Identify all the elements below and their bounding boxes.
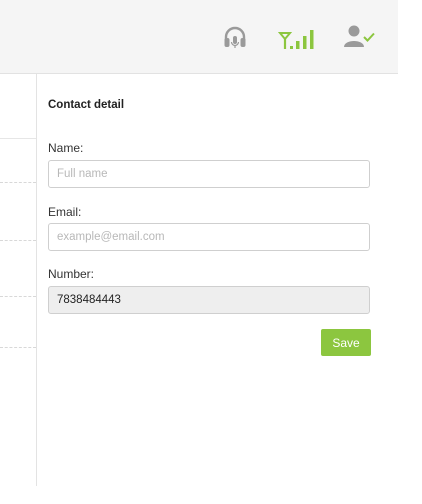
contact-list-pane xyxy=(0,74,36,494)
list-row-divider xyxy=(0,296,36,297)
email-field[interactable] xyxy=(48,223,370,251)
network-signal-icon[interactable] xyxy=(278,26,320,52)
list-row-divider xyxy=(0,182,36,183)
panel-title: Contact detail xyxy=(48,99,125,111)
save-button[interactable]: Save xyxy=(321,329,371,356)
contact-detail-panel: Contact detail Name: Email: Number: Save xyxy=(37,74,398,504)
number-label: Number: xyxy=(48,267,95,281)
name-label: Name: xyxy=(48,141,84,155)
list-row-divider xyxy=(0,347,36,348)
number-field[interactable] xyxy=(48,286,370,314)
list-row-divider xyxy=(0,240,36,241)
agent-available-icon[interactable] xyxy=(343,24,375,50)
name-field[interactable] xyxy=(48,160,370,188)
headset-icon[interactable] xyxy=(222,25,248,51)
top-toolbar xyxy=(0,0,398,74)
list-row-divider xyxy=(0,138,36,139)
email-label: Email: xyxy=(48,205,82,219)
